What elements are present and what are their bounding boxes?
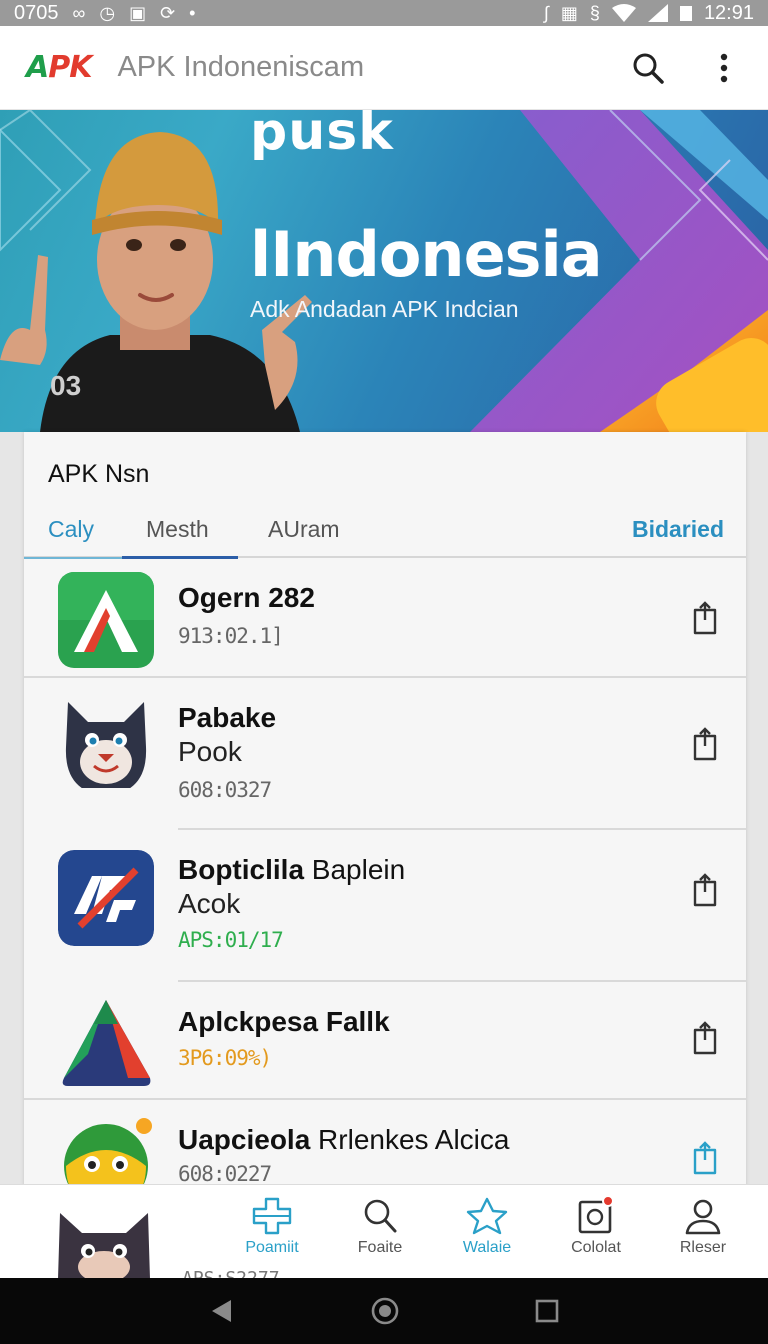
nav-rleser[interactable]: Rleser [653, 1197, 753, 1257]
nav-label: Foaite [357, 1239, 403, 1256]
alarm-icon: ◷ [99, 3, 116, 23]
sync-icon: ⟳ [160, 3, 176, 23]
status-left-text: 0705 [14, 1, 59, 24]
signal-icon [647, 4, 668, 22]
promo-banner[interactable]: pusk lIndonesia Adk Andadan APK Indcian … [0, 110, 768, 432]
banner-title: lIndonesia [250, 218, 603, 291]
list-item[interactable]: Bopticlila Baplein Acok APS:01/17 [24, 828, 746, 982]
notification-badge [602, 1195, 614, 1207]
app-meta: 608:0327 [178, 778, 272, 802]
app-meta: 3P6:09%) [178, 1046, 272, 1070]
search-button[interactable] [630, 50, 666, 86]
letter-a-app-icon [58, 572, 154, 668]
bluetooth-icon: ∫ [543, 3, 549, 23]
app-meta: 913:02.1] [178, 624, 284, 648]
download-app-icon[interactable] [690, 1020, 720, 1056]
apk-shield-app-icon [58, 850, 154, 946]
download-app-icon[interactable] [690, 1140, 720, 1176]
bird-app-icon [58, 1114, 154, 1192]
download-app-icon[interactable] [690, 600, 720, 636]
tab-bidaried[interactable]: Bidaried [632, 501, 746, 557]
nav-walaie[interactable]: Walaie [437, 1197, 537, 1257]
search-icon [633, 53, 664, 84]
home-icon[interactable] [371, 1297, 399, 1325]
banner-counter: 03 [50, 370, 82, 401]
app-screen: 0705 ∞ ◷ ▣ ⟳ • ∫ ▦ § 12:91 APK APK Indon… [0, 0, 768, 1344]
back-icon[interactable] [209, 1298, 235, 1324]
list-item[interactable]: Pabake Pook 608:0327 [24, 678, 746, 830]
cat-mascot-app-icon [58, 692, 154, 788]
app-title: APK Indoneniscam [117, 51, 365, 83]
battery-icon [679, 6, 692, 21]
link-icon: ∞ [72, 3, 86, 23]
app-list: Ogern 282 913:02.1] Pabake Pook 608:0327 [24, 560, 746, 1192]
person-icon [685, 1199, 721, 1235]
nav-label: Rleser [679, 1239, 727, 1256]
nav-foaite[interactable]: Foaite [330, 1197, 430, 1257]
app-meta: APS:01/17 [178, 928, 284, 952]
app-name-rest: Baplein [304, 854, 406, 885]
bottom-navigation: Poamiit Foaite Walaie Cololat Rleser [0, 1184, 768, 1279]
nfc-icon: § [589, 3, 600, 23]
wifi-icon [611, 4, 636, 22]
status-time: 12:91 [703, 1, 754, 24]
tab-auram[interactable]: AUram [238, 501, 368, 557]
tab-mesth[interactable]: Mesth [122, 501, 238, 559]
search-icon [364, 1199, 397, 1233]
dot-icon: • [189, 3, 196, 23]
triangle-app-icon [58, 994, 154, 1090]
list-item[interactable]: Ogern 282 913:02.1] [24, 560, 746, 678]
list-item[interactable]: Uapcieola Rrlenkes Alcica 608:0227 [24, 1100, 746, 1192]
app-name: Pabake [178, 702, 277, 733]
section-title: APK Nsn [48, 460, 150, 488]
banner-eyebrow: pusk [250, 110, 394, 162]
star-icon [466, 1197, 508, 1235]
app-subtitle: Acok [178, 888, 241, 919]
nav-label: Poamiit [245, 1239, 299, 1256]
more-vert-icon [720, 53, 728, 82]
download-app-icon[interactable] [690, 872, 720, 908]
download-app-icon[interactable] [690, 726, 720, 762]
vibrate-icon: ▦ [560, 3, 578, 23]
nav-poamiit[interactable]: Poamiit [222, 1197, 322, 1257]
app-name: Bopticlila [178, 854, 305, 885]
recents-icon[interactable] [535, 1299, 559, 1323]
app-name: Uapcieola [178, 1124, 311, 1155]
system-navigation [0, 1278, 768, 1344]
nav-label: Walaie [462, 1239, 512, 1256]
banner-subtitle: Adk Andadan APK Indcian [250, 296, 519, 322]
logo-letters-pk: PK [48, 50, 92, 85]
app-name: Ogern 282 [178, 582, 315, 613]
status-bar: 0705 ∞ ◷ ▣ ⟳ • ∫ ▦ § 12:91 [0, 0, 768, 26]
overflow-menu-button[interactable] [706, 50, 742, 86]
logo-letter-a: A [26, 50, 49, 85]
nav-label: Cololat [571, 1239, 621, 1256]
cat-avatar-icon[interactable] [54, 1209, 154, 1279]
download-icon: ▣ [129, 3, 147, 23]
app-name: Aplckpesa Fallk [178, 1006, 390, 1037]
app-subtitle: Pook [178, 736, 242, 767]
apk-logo[interactable]: APK [26, 50, 92, 85]
category-tabs: Caly Mesth AUram Bidaried [24, 501, 746, 559]
apk-list-card: APK Nsn Caly Mesth AUram Bidaried Ogern … [24, 432, 746, 1192]
app-name-rest: Rrlenkes Alcica [310, 1124, 510, 1155]
nav-cololat[interactable]: Cololat [546, 1195, 646, 1257]
app-meta: 608:0227 [178, 1162, 272, 1186]
apps-plus-icon [252, 1197, 292, 1235]
list-item[interactable]: Aplckpesa Fallk 3P6:09%) [24, 980, 746, 1100]
tab-caly[interactable]: Caly [24, 501, 122, 559]
app-bar: APK APK Indoneniscam [0, 26, 768, 110]
